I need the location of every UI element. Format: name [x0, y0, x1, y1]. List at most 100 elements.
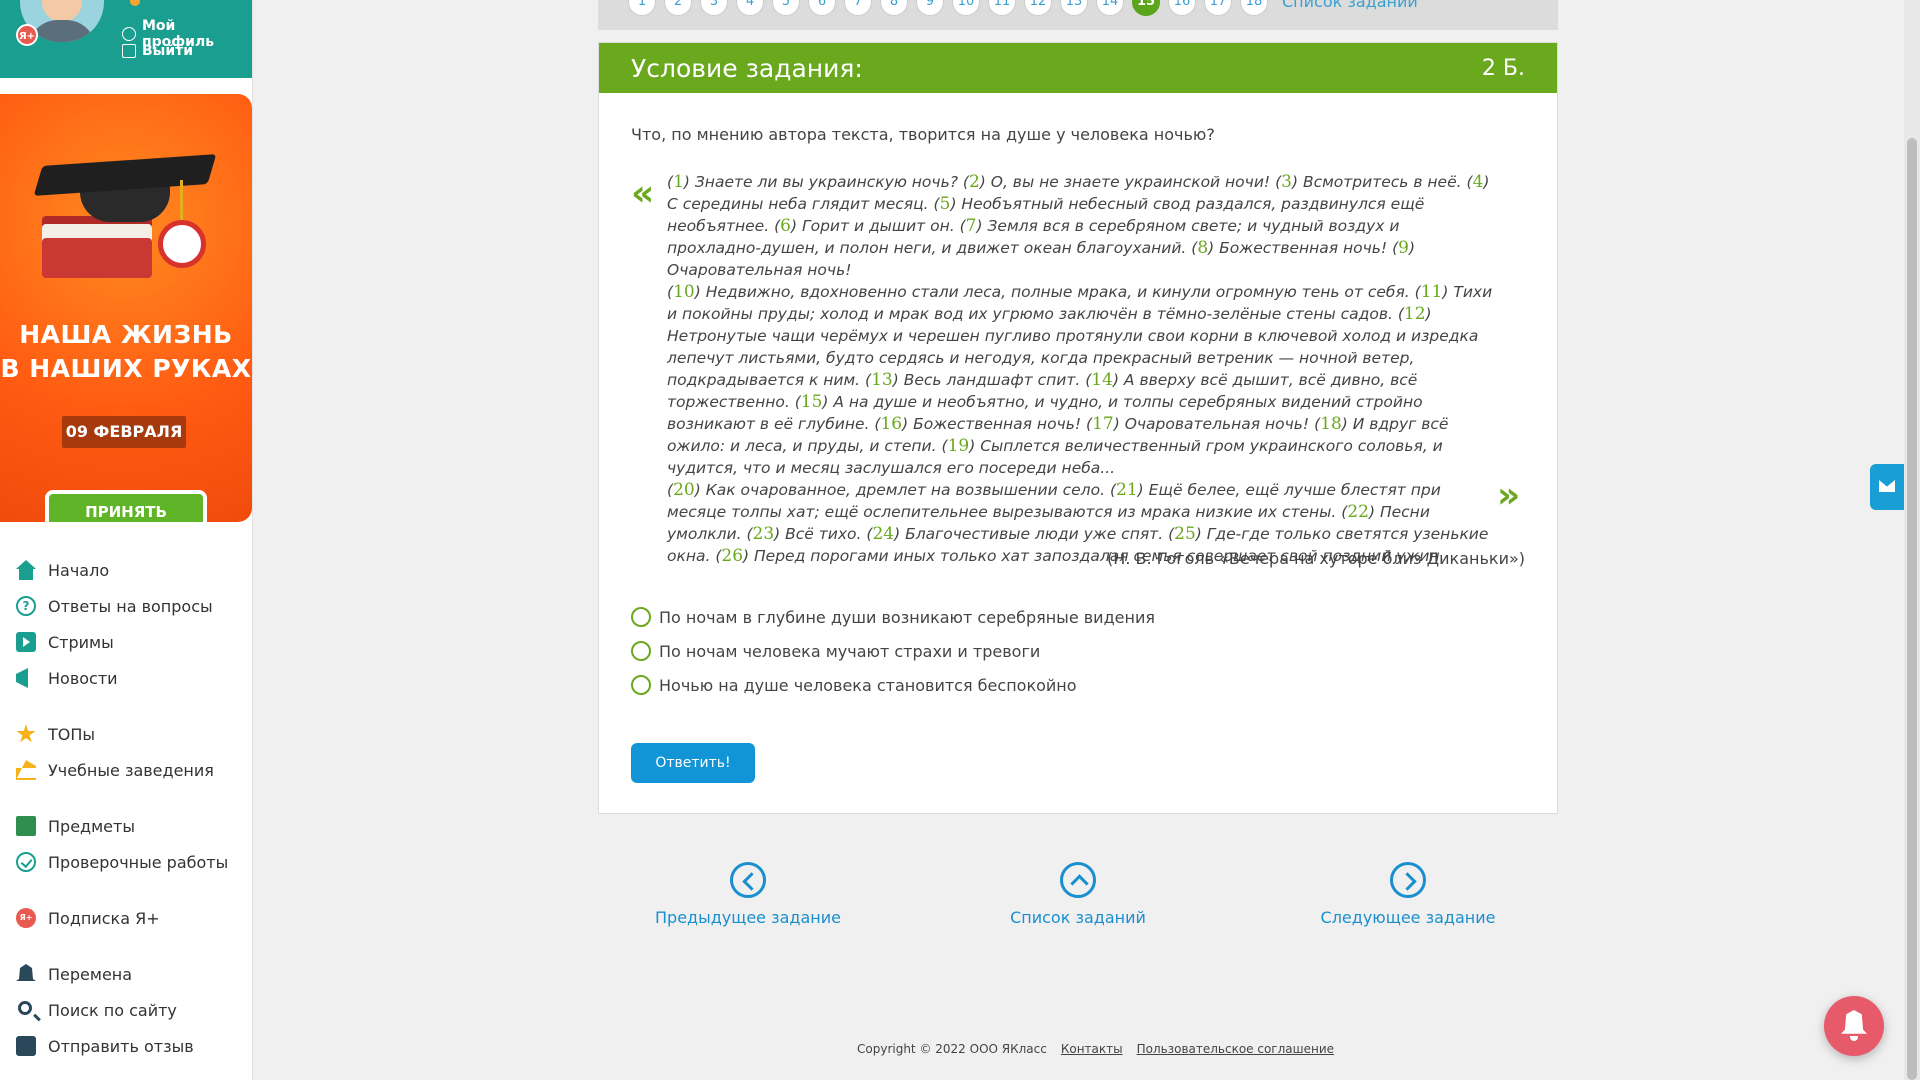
sentence-number: 10 — [673, 282, 695, 302]
sidebar-item-subjects[interactable]: Предметы — [16, 812, 135, 840]
sentence-number: 4 — [1472, 172, 1484, 192]
pager-page-14[interactable]: 14 — [1096, 0, 1124, 16]
pager-page-6[interactable]: 6 — [808, 0, 836, 16]
sidebar-item-tops[interactable]: ТОПы — [16, 720, 95, 748]
sentence-number: 20 — [673, 480, 695, 500]
sentence-number: 5 — [939, 194, 951, 214]
task-pager: 1 2 3 4 5 6 7 8 9 10 11 12 13 14 15 16 17 18 Список задани… — [598, 0, 1558, 30]
logout-icon — [122, 44, 136, 58]
sidebar-item-break[interactable]: Переменa — [16, 960, 132, 988]
answer-option-3[interactable]: Ночью на душе человека становится беспок… — [631, 675, 1077, 695]
pager-page-5[interactable]: 5 — [772, 0, 800, 16]
passage-paragraph: (10) Недвижно, вдохновенно стали леса, п… — [667, 282, 1493, 477]
scrollbar[interactable] — [1904, 0, 1920, 1080]
radio-button[interactable] — [631, 607, 651, 627]
question-text: Что, по мнению автора текста, творится н… — [631, 125, 1215, 144]
pager-page-15[interactable]: 15 — [1132, 0, 1160, 16]
pager-page-3[interactable]: 3 — [700, 0, 728, 16]
pager-page-17[interactable]: 17 — [1204, 0, 1232, 16]
bell-icon — [16, 964, 36, 981]
pager-page-16[interactable]: 16 — [1168, 0, 1196, 16]
bell-icon — [1841, 1010, 1867, 1034]
sidebar-item-streams[interactable]: Стримы — [16, 628, 114, 656]
logout-link[interactable]: Выйти — [122, 43, 193, 59]
task-list-button[interactable]: Список заданий — [958, 862, 1198, 927]
sentence-text: Знаете ли вы украинскую ночь? — [694, 173, 958, 191]
quote-open-mark: « — [631, 173, 655, 214]
feedback-icon — [16, 1036, 36, 1056]
pager-page-13[interactable]: 13 — [1060, 0, 1088, 16]
feedback-mail-tab[interactable] — [1870, 464, 1904, 510]
sentence-number: 13 — [871, 370, 893, 390]
pager-page-18[interactable]: 18 — [1240, 0, 1268, 16]
chevron-right-icon — [1390, 862, 1426, 898]
task-header-title: Условие задания: — [631, 53, 863, 83]
previous-task-button[interactable]: Предыдущее задание — [628, 862, 868, 927]
pager-page-8[interactable]: 8 — [880, 0, 908, 16]
submit-answer-button[interactable]: Ответить! — [631, 743, 755, 783]
sentence-number: 14 — [1091, 370, 1113, 390]
pager-page-9[interactable]: 9 — [916, 0, 944, 16]
mail-icon — [1879, 480, 1895, 492]
participate-button[interactable]: ПРИНЯТЬ УЧАСТИЕ — [45, 490, 207, 522]
sentence-number: 12 — [1403, 304, 1426, 324]
sentence-text: Всмотритесь в неё. — [1302, 173, 1462, 191]
banner-title: НАША ЖИЗНЬ В НАШИХ РУКАХ — [0, 320, 252, 383]
footer: Copyright © 2022 ООО ЯКласс Контакты Пол… — [857, 1042, 1334, 1056]
promo-banner[interactable]: НАША ЖИЗНЬ В НАШИХ РУКАХ 09 ФЕВРАЛЯ ПРИН… — [0, 94, 252, 522]
graduation-cap-illustration — [30, 154, 220, 294]
sidebar-item-schools[interactable]: Учебные заведения — [16, 756, 214, 784]
sentence-number: 2 — [968, 172, 980, 192]
task-header: Условие задания: 2 Б. — [599, 43, 1557, 93]
sidebar-item-answers[interactable]: ? Ответы на вопросы — [16, 592, 213, 620]
sentence-number: 18 — [1320, 414, 1342, 434]
pager-page-2[interactable]: 2 — [664, 0, 692, 16]
sidebar-item-home[interactable]: Начало — [16, 556, 109, 584]
star-icon — [16, 724, 36, 743]
news-icon — [16, 668, 28, 688]
banner-date: 09 ФЕВРАЛЯ — [62, 416, 186, 448]
subscription-icon: Я+ — [16, 908, 36, 928]
agreement-link[interactable]: Пользовательское соглашение — [1137, 1042, 1334, 1056]
check-icon — [16, 852, 36, 872]
next-task-button[interactable]: Следующее задание — [1288, 862, 1528, 927]
question-icon: ? — [16, 596, 36, 616]
radio-button[interactable] — [631, 641, 651, 661]
radio-button[interactable] — [631, 675, 651, 695]
pager-page-1[interactable]: 1 — [628, 0, 656, 16]
sidebar-item-tests[interactable]: Проверочные работы — [16, 848, 228, 876]
school-icon — [16, 760, 36, 780]
pager-page-10[interactable]: 10 — [952, 0, 980, 16]
scrollbar-thumb[interactable] — [1907, 138, 1917, 1080]
sentence-text: Благочестивые люди уже спят. — [905, 525, 1164, 543]
sentence-text: Весь ландшафт спит. — [903, 371, 1081, 389]
answer-option-2[interactable]: По ночам человека мучают страхи и тревог… — [631, 641, 1040, 661]
task-score: 2 Б. — [1481, 55, 1525, 81]
sentence-text: О, вы не знаете украинской ночи! — [990, 173, 1271, 191]
search-icon — [18, 1001, 32, 1015]
home-icon — [16, 560, 36, 580]
task-card: Условие задания: 2 Б. Что, по мнению авт… — [598, 42, 1558, 814]
pager-page-11[interactable]: 11 — [988, 0, 1016, 16]
stream-icon — [16, 632, 36, 652]
sentence-text: Как очарованное, дремлет на возвышении с… — [705, 481, 1105, 499]
contacts-link[interactable]: Контакты — [1061, 1042, 1123, 1056]
pager-page-7[interactable]: 7 — [844, 0, 872, 16]
sidebar-item-search[interactable]: Поиск по сайту — [16, 996, 177, 1024]
sidebar-item-subscription[interactable]: Я+ Подписка Я+ — [16, 904, 160, 932]
sentence-text: Всё тихо. — [785, 525, 862, 543]
sidebar-item-feedback[interactable]: Отправить отзыв — [16, 1032, 194, 1060]
sidebar-item-news[interactable]: Новости — [16, 664, 118, 692]
notifications-button[interactable] — [1824, 996, 1884, 1056]
answer-option-1[interactable]: По ночам в глубине души возникают серебр… — [631, 607, 1155, 627]
pager-task-list-link[interactable]: Список заданий — [1282, 0, 1418, 16]
pager-page-4[interactable]: 4 — [736, 0, 764, 16]
chevron-up-icon — [1060, 862, 1096, 898]
sentence-text: Очаровательная ночь! — [667, 261, 852, 279]
sentence-number: 1 — [673, 172, 684, 192]
quote-close-mark: » — [1497, 475, 1521, 516]
sentence-number: 3 — [1281, 172, 1292, 192]
sentence-text: Недвижно, вдохновенно стали леса, полные… — [705, 283, 1410, 301]
pager-page-12[interactable]: 12 — [1024, 0, 1052, 16]
passage-source: (Н. В. Гоголь «Вечера на хуторе близ Дик… — [1107, 549, 1525, 568]
